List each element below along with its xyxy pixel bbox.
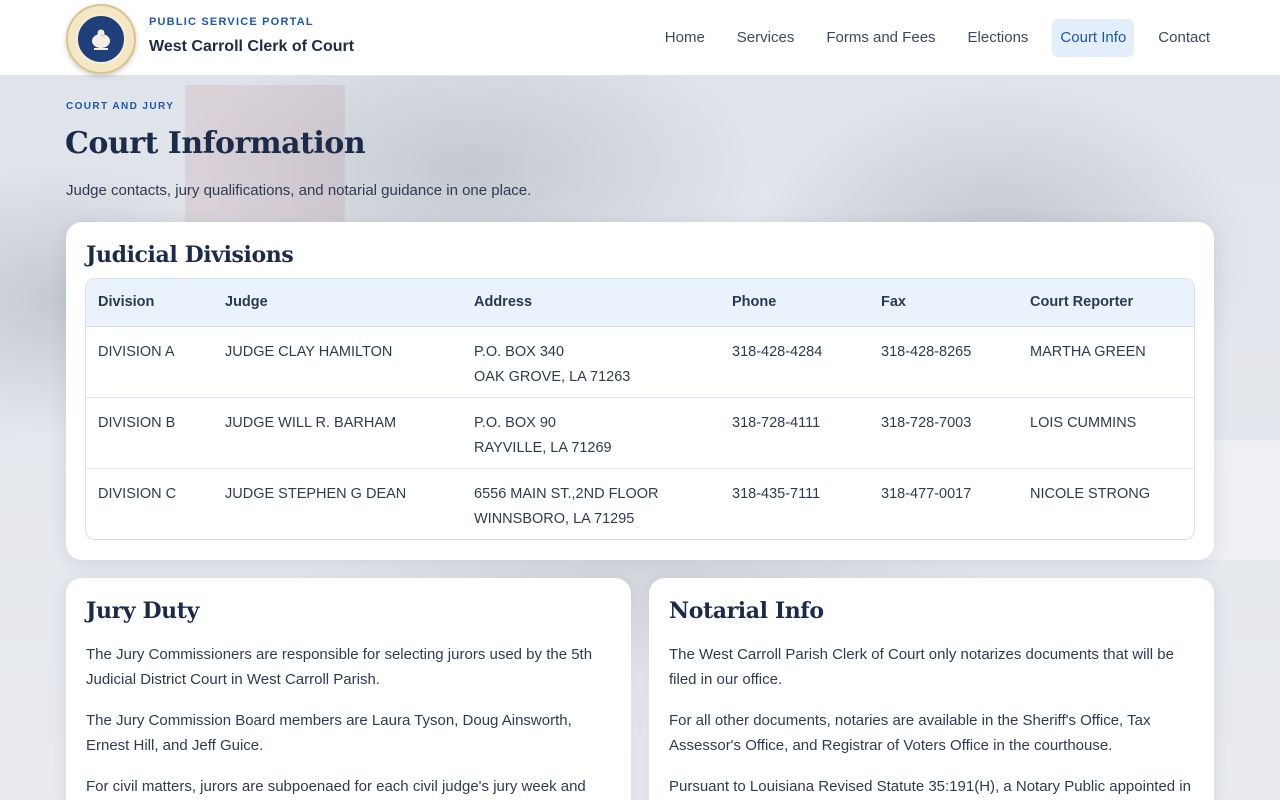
parish-seal-logo[interactable] [66, 4, 136, 74]
nav-elections[interactable]: Elections [960, 19, 1037, 57]
nav-court-info[interactable]: Court Info [1052, 19, 1135, 57]
brand-title[interactable]: West Carroll Clerk of Court [149, 38, 354, 56]
page-title: Court Information [65, 126, 366, 161]
nav-forms-and-fees[interactable]: Forms and Fees [818, 19, 943, 57]
cell-court-reporter: LOIS CUMMINS [1018, 396, 1194, 468]
table-header-row: Division Judge Address Phone Fax Court R… [86, 279, 1194, 327]
cell-address: 6556 MAIN ST.,2ND FLOOR WINNSBORO, LA 71… [462, 467, 720, 539]
table-row: DIVISION A JUDGE CLAY HAMILTON P.O. BOX … [86, 326, 1194, 397]
cell-judge: JUDGE CLAY HAMILTON [225, 343, 393, 360]
cell-court-reporter: MARTHA GREEN [1030, 343, 1146, 360]
cell-judge: JUDGE WILL R. BARHAM [213, 396, 462, 468]
nav-services[interactable]: Services [729, 19, 803, 57]
cell-fax: 318-728-7003 [869, 396, 1018, 468]
jury-duty-title: Jury Duty [86, 598, 199, 624]
notarial-info-title: Notarial Info [669, 598, 824, 624]
main-content: COURT AND JURY Court Information Judge c… [0, 76, 1280, 800]
column-header-judge: Judge [213, 279, 462, 327]
cell-judge: JUDGE STEPHEN G DEAN [213, 467, 462, 539]
table-row: DIVISION C JUDGE STEPHEN G DEAN 6556 MAI… [86, 467, 1194, 539]
cell-fax: 318-428-8265 [881, 343, 972, 360]
cell-address: P.O. BOX 90 RAYVILLE, LA 71269 [462, 396, 720, 468]
jury-paragraph: The Jury Commissioners are responsible f… [86, 646, 593, 688]
column-header-fax: Fax [869, 279, 1018, 327]
address-line-2: WINNSBORO, LA 71295 [474, 510, 635, 527]
notary-paragraph: The West Carroll Parish Clerk of Court o… [669, 646, 1174, 688]
page-subtitle: Judge contacts, jury qualifications, and… [66, 182, 532, 199]
nav-contact[interactable]: Contact [1150, 19, 1218, 57]
address-line-2: RAYVILLE, LA 71269 [474, 439, 612, 456]
cell-address: P.O. BOX 340 OAK GROVE, LA 71263 [462, 326, 720, 397]
pelican-icon [92, 29, 110, 50]
jury-paragraph: The Jury Commission Board members are La… [86, 712, 572, 754]
address-line-1: P.O. BOX 340 [474, 343, 565, 360]
brand-kicker: PUBLIC SERVICE PORTAL [149, 16, 314, 28]
cell-fax: 318-477-0017 [869, 467, 1018, 539]
jury-paragraph: For civil matters, jurors are subpoenaed… [86, 778, 586, 795]
column-header-division: Division [86, 279, 213, 327]
cell-division: DIVISION C [86, 467, 213, 539]
jury-duty-body: The Jury Commissioners are responsible f… [86, 642, 616, 800]
notarial-info-card: Notarial Info The West Carroll Parish Cl… [649, 578, 1214, 800]
cell-phone: 318-435-7111 [720, 467, 869, 539]
judicial-divisions-title: Judicial Divisions [86, 242, 294, 268]
cell-court-reporter: NICOLE STRONG [1018, 467, 1194, 539]
section-kicker: COURT AND JURY [66, 101, 175, 112]
cell-phone: 318-428-4284 [732, 343, 823, 360]
address-line-2: OAK GROVE, LA 71263 [474, 368, 631, 385]
cell-division: DIVISION B [86, 396, 213, 468]
divisions-table-wrapper: Division Judge Address Phone Fax Court R… [85, 278, 1195, 540]
divisions-table: Division Judge Address Phone Fax Court R… [86, 279, 1194, 539]
judicial-divisions-card: Judicial Divisions Division Judge Addres… [66, 222, 1214, 560]
seal-emblem [76, 14, 126, 64]
column-header-court-reporter: Court Reporter [1018, 279, 1194, 327]
table-row: DIVISION B JUDGE WILL R. BARHAM P.O. BOX… [86, 396, 1194, 468]
address-line-1: P.O. BOX 90 [474, 414, 556, 431]
cell-division: DIVISION A [98, 343, 175, 360]
main-nav: Home Services Forms and Fees Elections C… [641, 19, 1218, 57]
notarial-info-body: The West Carroll Parish Clerk of Court o… [669, 642, 1199, 800]
cell-phone: 318-728-4111 [720, 396, 869, 468]
column-header-address: Address [462, 279, 720, 327]
notary-paragraph: For all other documents, notaries are av… [669, 712, 1151, 754]
notary-paragraph: Pursuant to Louisiana Revised Statute 35… [669, 778, 1191, 795]
column-header-phone: Phone [720, 279, 869, 327]
nav-home[interactable]: Home [657, 19, 713, 57]
jury-duty-card: Jury Duty The Jury Commissioners are res… [66, 578, 631, 800]
site-header: PUBLIC SERVICE PORTAL West Carroll Clerk… [0, 0, 1280, 76]
address-line-1: 6556 MAIN ST.,2ND FLOOR [474, 485, 659, 502]
